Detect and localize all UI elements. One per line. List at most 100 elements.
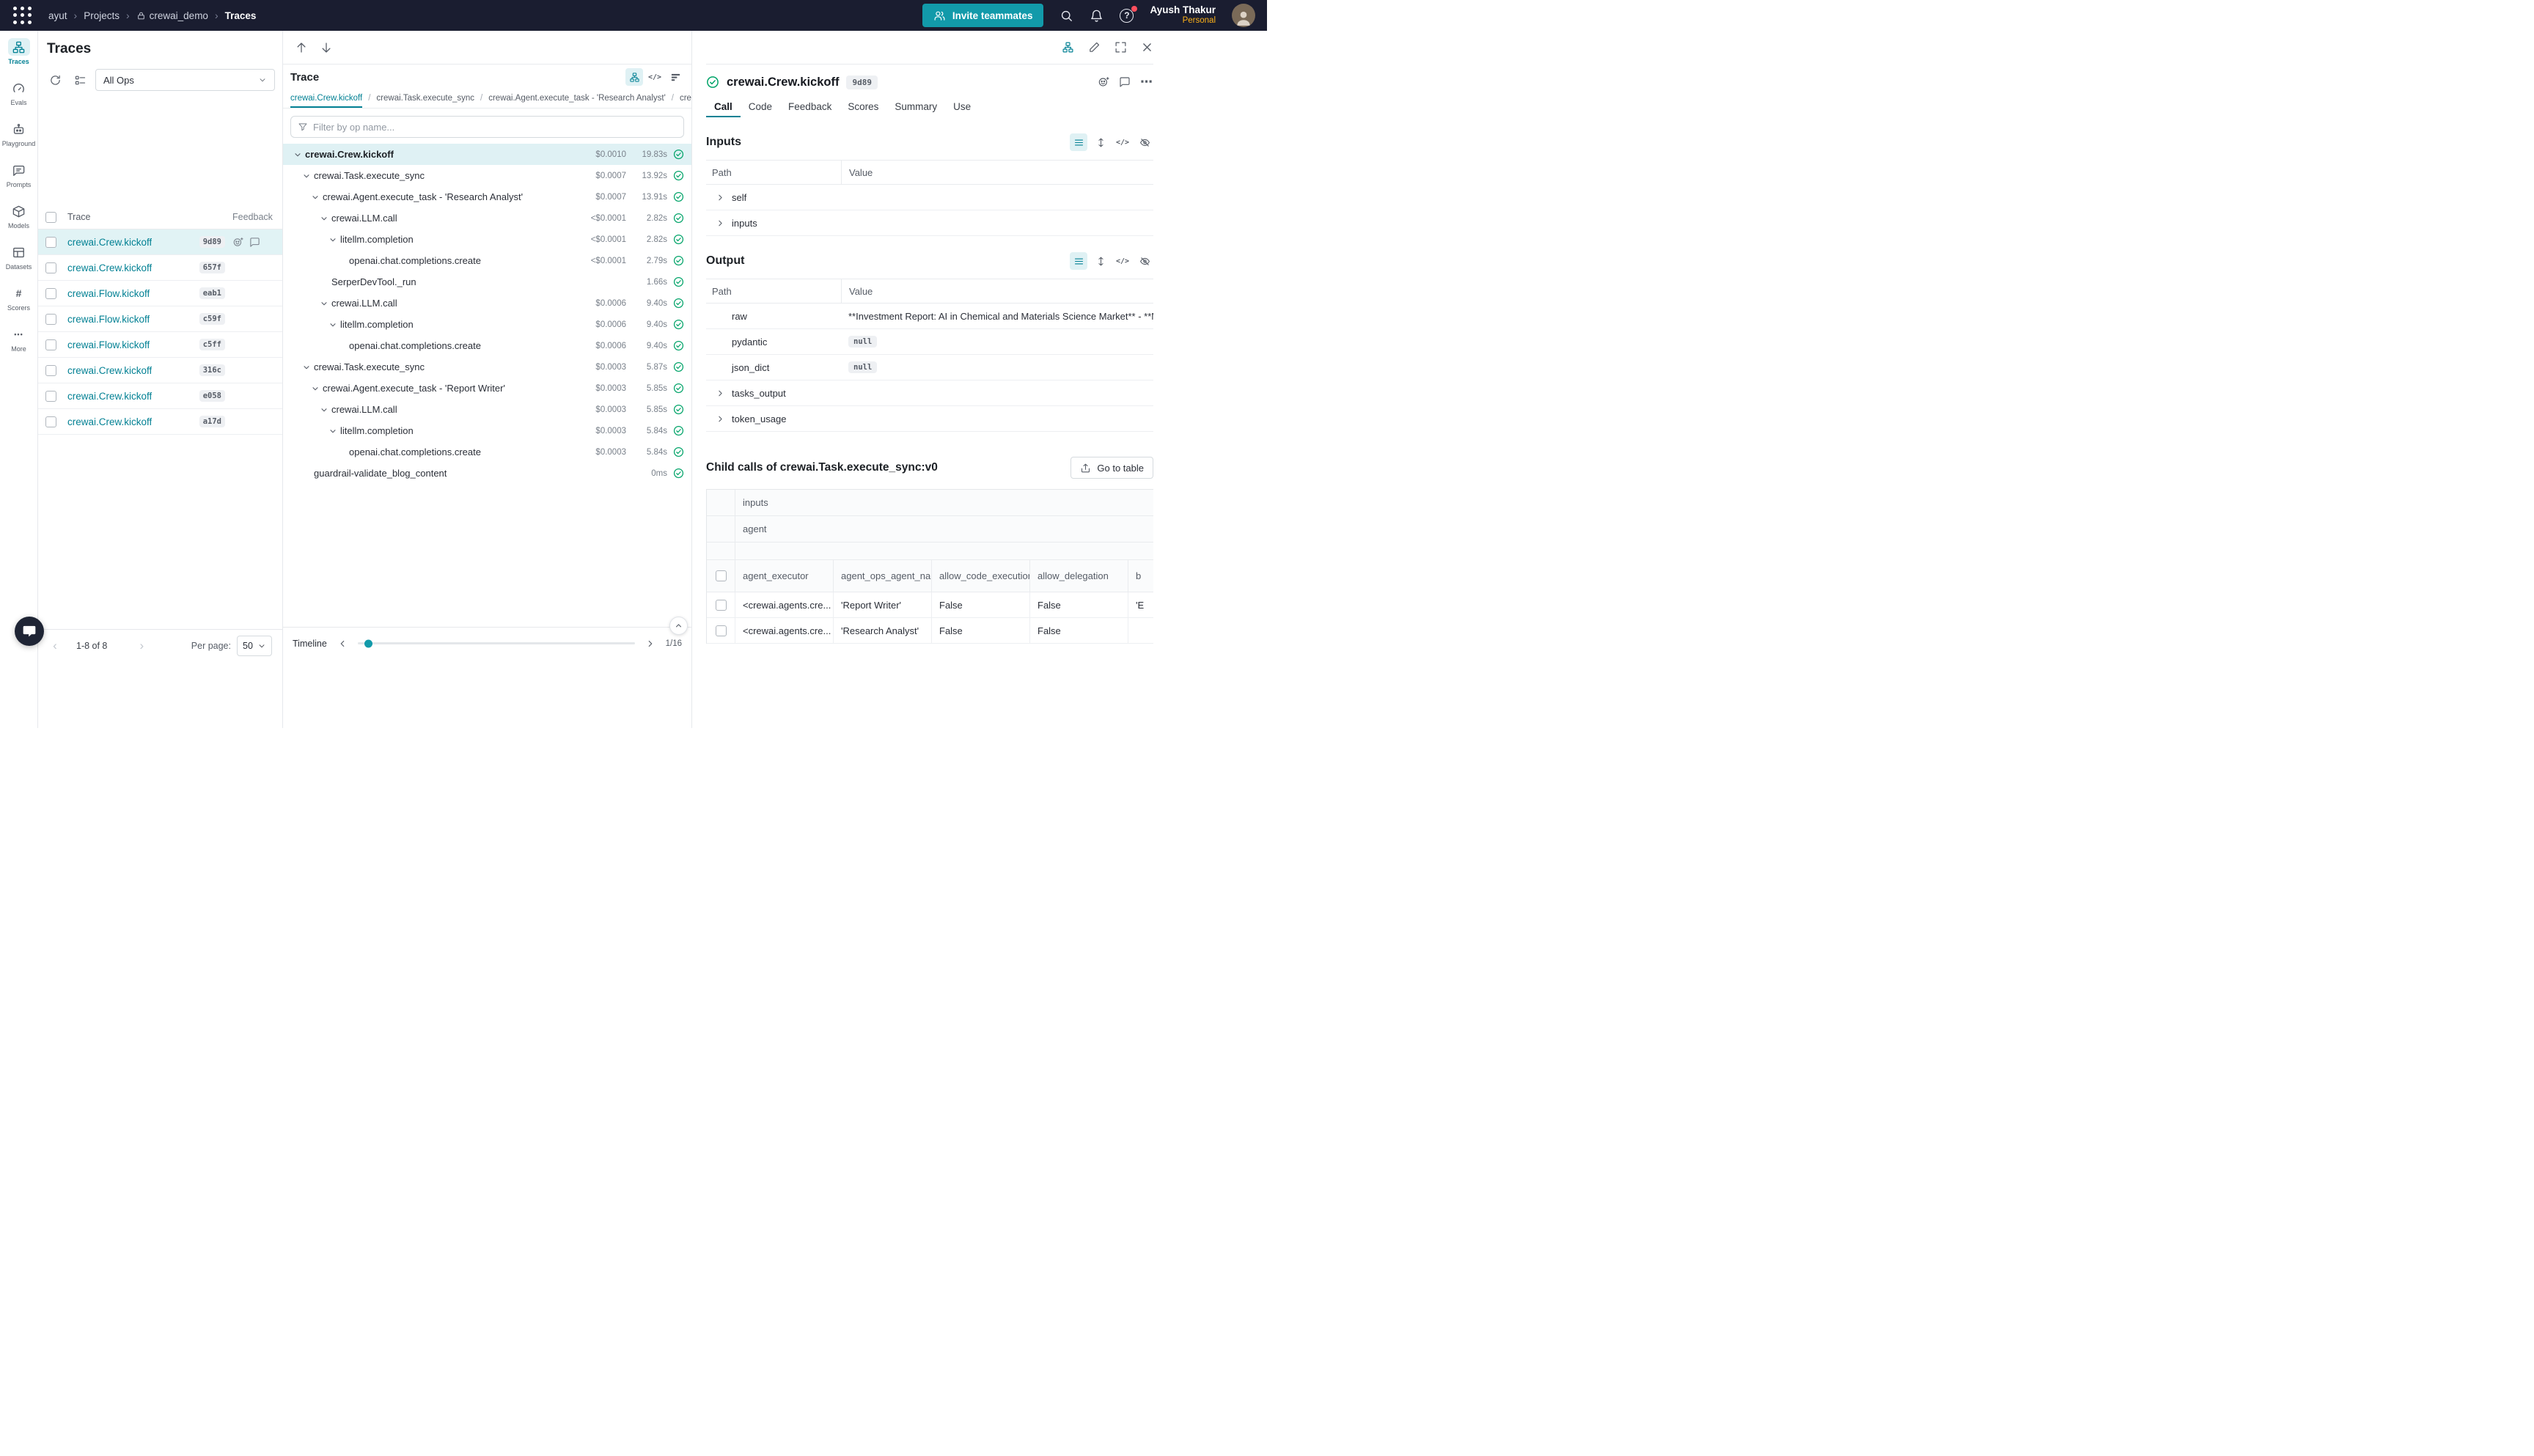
- select-all-checkbox[interactable]: [45, 212, 56, 223]
- chevron-down-icon[interactable]: [309, 384, 321, 393]
- flame-graph-icon[interactable]: [666, 68, 684, 86]
- row-checkbox[interactable]: [45, 365, 56, 376]
- fullscreen-expand-icon[interactable]: [1114, 41, 1127, 54]
- call-tree-row[interactable]: crewai.Crew.kickoff $0.0010 19.83s: [283, 144, 691, 165]
- chevron-right-icon[interactable]: [716, 414, 726, 424]
- per-page-select[interactable]: 50: [237, 636, 272, 656]
- row-checkbox[interactable]: [716, 600, 727, 611]
- call-tree-row[interactable]: litellm.completion $0.0006 9.40s: [283, 314, 691, 335]
- timeline-prev-button[interactable]: [334, 639, 350, 649]
- breadcrumb-page[interactable]: Traces: [225, 10, 257, 21]
- chevron-down-icon[interactable]: [318, 214, 330, 223]
- trace-op-name[interactable]: crewai.Crew.kickoff: [67, 365, 152, 376]
- sidebar-item-more[interactable]: ••• More: [0, 326, 37, 353]
- view-code-icon[interactable]: </>: [1114, 133, 1131, 151]
- scroll-to-top-button[interactable]: [669, 617, 688, 635]
- chevron-down-icon[interactable]: [301, 172, 312, 180]
- timeline-slider[interactable]: [358, 642, 635, 644]
- table-row[interactable]: crewai.Crew.kickoff a17d: [38, 409, 282, 435]
- call-id-badge[interactable]: 9d89: [846, 76, 878, 89]
- sidebar-item-models[interactable]: Models: [0, 202, 37, 229]
- comment-icon[interactable]: [1119, 76, 1131, 88]
- chevron-down-icon[interactable]: [327, 427, 339, 435]
- row-checkbox[interactable]: [45, 262, 56, 273]
- table-row[interactable]: crewai.Crew.kickoff e058: [38, 383, 282, 409]
- call-tree-row[interactable]: openai.chat.completions.create <$0.0001 …: [283, 250, 691, 271]
- call-tree-row[interactable]: openai.chat.completions.create $0.0006 9…: [283, 335, 691, 356]
- hide-eye-icon[interactable]: [1136, 252, 1153, 270]
- column-header[interactable]: agent_ops_agent_nan: [833, 560, 931, 592]
- trace-op-name[interactable]: crewai.Flow.kickoff: [67, 314, 150, 325]
- close-icon[interactable]: [1141, 41, 1153, 54]
- row-checkbox[interactable]: [45, 339, 56, 350]
- path-tab[interactable]: crewai.Agent.execute_task - 'Research An…: [488, 88, 666, 108]
- wandb-logo[interactable]: [12, 6, 32, 25]
- op-filter-input[interactable]: [313, 122, 677, 133]
- sidebar-item-scorers[interactable]: # Scorers: [0, 284, 37, 312]
- key-value-row[interactable]: pydantic null: [706, 329, 1153, 355]
- trace-op-name[interactable]: crewai.Crew.kickoff: [67, 416, 152, 427]
- ops-filter-select[interactable]: All Ops: [95, 69, 275, 91]
- edit-pencil-icon[interactable]: [1088, 41, 1101, 54]
- call-tab[interactable]: Summary: [886, 95, 945, 117]
- comment-icon[interactable]: [249, 237, 260, 248]
- call-tree-row[interactable]: guardrail-validate_blog_content 0ms: [283, 463, 691, 484]
- call-tab[interactable]: Call: [706, 95, 741, 117]
- code-view-icon[interactable]: </>: [646, 68, 664, 86]
- row-checkbox[interactable]: [45, 416, 56, 427]
- trace-op-name[interactable]: crewai.Flow.kickoff: [67, 339, 150, 350]
- call-tree-row[interactable]: crewai.Task.execute_sync $0.0003 5.87s: [283, 356, 691, 378]
- trace-op-name[interactable]: crewai.Crew.kickoff: [67, 237, 152, 248]
- sidebar-item-datasets[interactable]: Datasets: [0, 243, 37, 271]
- column-header[interactable]: allow_delegation: [1029, 560, 1128, 592]
- call-tree-row[interactable]: crewai.Agent.execute_task - 'Research An…: [283, 186, 691, 207]
- chevron-right-icon[interactable]: [716, 193, 726, 202]
- table-row[interactable]: <crewai.agents.cre... 'Research Analyst'…: [707, 618, 1153, 644]
- timeline-slider-handle[interactable]: [364, 639, 372, 647]
- call-tab[interactable]: Scores: [840, 95, 886, 117]
- chevron-down-icon[interactable]: [301, 363, 312, 372]
- key-value-row[interactable]: token_usage: [706, 406, 1153, 432]
- call-tree-row[interactable]: SerperDevTool._run 1.66s: [283, 271, 691, 293]
- add-reaction-icon[interactable]: [232, 237, 243, 248]
- search-icon[interactable]: [1059, 9, 1073, 23]
- chevron-down-icon[interactable]: [318, 405, 330, 414]
- avatar[interactable]: [1232, 4, 1255, 27]
- call-tree-row[interactable]: litellm.completion <$0.0001 2.82s: [283, 229, 691, 250]
- help-icon[interactable]: ?: [1120, 9, 1134, 23]
- chat-support-button[interactable]: [15, 617, 44, 646]
- call-tree-row[interactable]: crewai.Task.execute_sync $0.0007 13.92s: [283, 165, 691, 186]
- call-tree-row[interactable]: crewai.LLM.call <$0.0001 2.82s: [283, 207, 691, 229]
- tree-view-icon[interactable]: [625, 68, 643, 86]
- key-value-row[interactable]: json_dict null: [706, 355, 1153, 380]
- select-all-checkbox[interactable]: [716, 570, 727, 581]
- call-tab[interactable]: Code: [741, 95, 780, 117]
- add-reaction-icon[interactable]: [1098, 76, 1109, 88]
- previous-trace-arrow-icon[interactable]: [295, 41, 308, 54]
- next-trace-arrow-icon[interactable]: [320, 41, 333, 54]
- timeline-next-button[interactable]: [642, 639, 658, 649]
- expand-collapse-rows-icon[interactable]: [1092, 133, 1109, 151]
- view-code-icon[interactable]: </>: [1114, 252, 1131, 270]
- column-settings-icon[interactable]: [70, 70, 89, 89]
- view-list-icon[interactable]: [1070, 252, 1087, 270]
- chevron-down-icon[interactable]: [292, 150, 304, 159]
- call-tab[interactable]: Use: [945, 95, 979, 117]
- chevron-down-icon[interactable]: [309, 193, 321, 202]
- prev-page-button[interactable]: ‹: [48, 639, 62, 653]
- sidebar-item-prompts[interactable]: Prompts: [0, 161, 37, 188]
- trace-op-name[interactable]: crewai.Flow.kickoff: [67, 288, 150, 299]
- row-checkbox[interactable]: [45, 314, 56, 325]
- column-header[interactable]: allow_code_execution: [931, 560, 1029, 592]
- table-row[interactable]: <crewai.agents.cre... 'Report Writer' Fa…: [707, 592, 1153, 618]
- invite-teammates-button[interactable]: Invite teammates: [922, 4, 1044, 27]
- trace-op-name[interactable]: crewai.Crew.kickoff: [67, 391, 152, 402]
- hide-eye-icon[interactable]: [1136, 133, 1153, 151]
- chevron-down-icon[interactable]: [327, 320, 339, 329]
- chevron-right-icon[interactable]: [716, 389, 726, 398]
- row-checkbox[interactable]: [45, 237, 56, 248]
- breadcrumb-projects[interactable]: Projects: [84, 10, 120, 21]
- sidebar-item-traces[interactable]: Traces: [0, 38, 37, 65]
- notifications-bell-icon[interactable]: [1090, 9, 1103, 23]
- table-row[interactable]: crewai.Flow.kickoff c59f: [38, 306, 282, 332]
